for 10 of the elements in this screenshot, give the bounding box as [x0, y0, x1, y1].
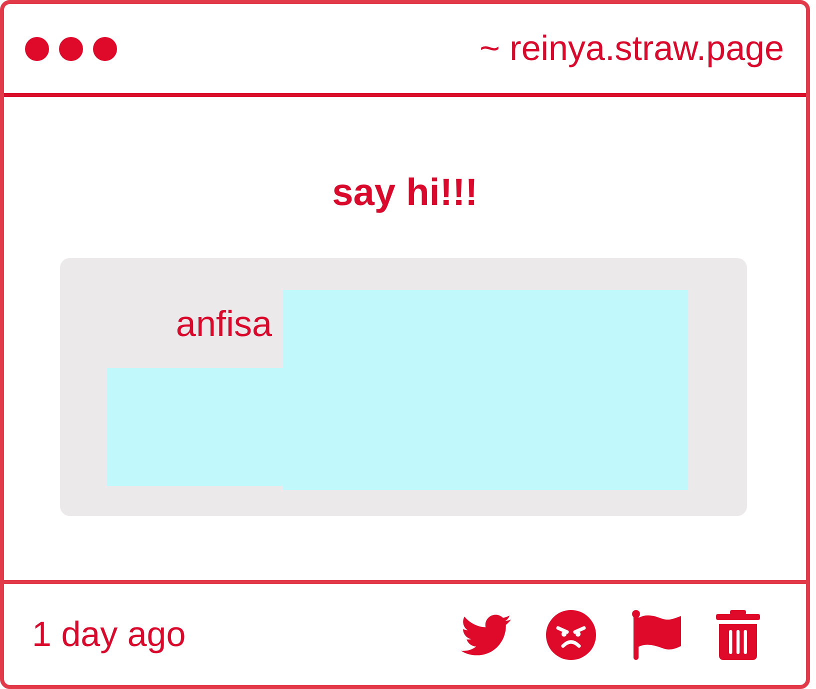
- trash-icon[interactable]: [716, 610, 760, 660]
- flag-icon[interactable]: [631, 610, 681, 660]
- page-title: say hi!!!: [332, 171, 478, 216]
- window-dot-icon: [25, 36, 49, 60]
- window-dot-icon: [93, 36, 117, 60]
- author-name: anfisa: [176, 302, 272, 346]
- site-address: ~ reinya.straw.page: [480, 28, 784, 68]
- post-time: 1 day ago: [32, 614, 186, 654]
- window-dot-icon: [59, 36, 83, 60]
- angry-face-icon[interactable]: [546, 610, 596, 660]
